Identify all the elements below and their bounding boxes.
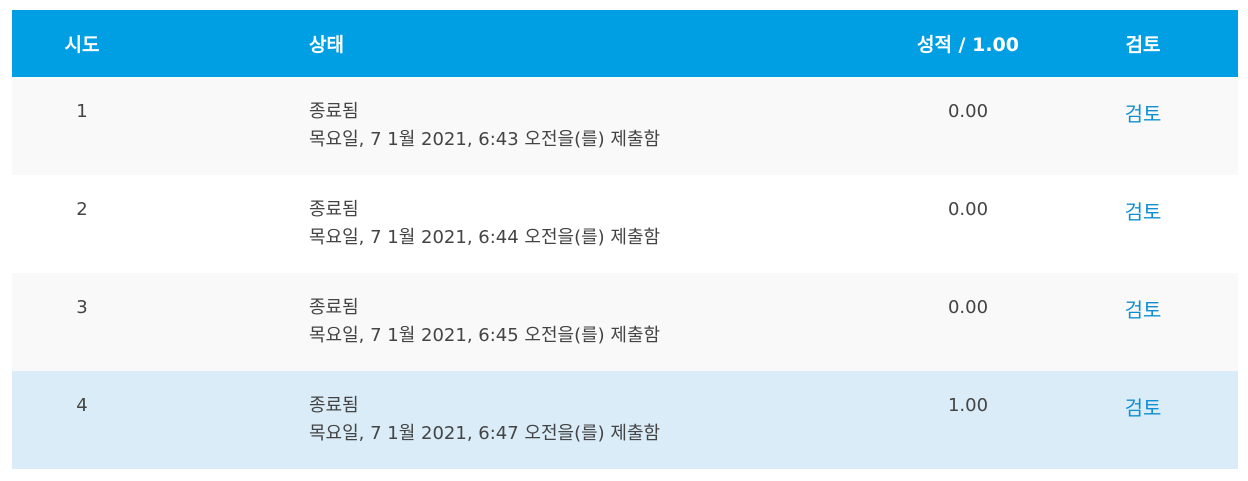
table-row: 3 종료됨 목요일, 7 1월 2021, 6:45 오전을(를) 제출함 0.… [12,273,1238,371]
attempt-submitted-time: 목요일, 7 1월 2021, 6:45 오전을(를) 제출함 [309,325,661,346]
attempt-state: 종료됨 [309,297,359,318]
table-row: 2 종료됨 목요일, 7 1월 2021, 6:44 오전을(를) 제출함 0.… [12,175,1238,273]
review-link[interactable]: 검토 [1125,102,1162,126]
review-cell: 검토 [1048,273,1238,371]
attempt-grade: 1.00 [947,395,989,416]
table-row-best-attempt: 4 종료됨 목요일, 7 1월 2021, 6:47 오전을(를) 제출함 1.… [12,371,1238,469]
attempt-number: 3 [76,297,88,318]
table-header-row: 시도 상태 성적 / 1.00 검토 [12,10,1238,77]
attempts-table: 시도 상태 성적 / 1.00 검토 1 종료됨 목요일, 7 1월 2021,… [12,10,1238,469]
review-link[interactable]: 검토 [1125,200,1162,224]
attempt-submitted-time: 목요일, 7 1월 2021, 6:43 오전을(를) 제출함 [309,129,661,150]
review-cell: 검토 [1048,371,1238,469]
attempt-submitted-time: 목요일, 7 1월 2021, 6:47 오전을(를) 제출함 [309,423,661,444]
attempt-state: 종료됨 [309,101,359,122]
attempt-submitted-time: 목요일, 7 1월 2021, 6:44 오전을(를) 제출함 [309,227,661,248]
review-link[interactable]: 검토 [1125,396,1162,420]
attempt-number: 1 [76,101,88,122]
review-cell: 검토 [1048,77,1238,175]
attempt-state-cell: 종료됨 목요일, 7 1월 2021, 6:47 오전을(를) 제출함 [152,371,888,469]
attempt-state: 종료됨 [309,199,359,220]
attempt-grade: 0.00 [947,101,989,122]
review-cell: 검토 [1048,175,1238,273]
quiz-attempts-summary: 시도 상태 성적 / 1.00 검토 1 종료됨 목요일, 7 1월 2021,… [12,10,1238,469]
header-grade: 성적 / 1.00 [916,34,1019,56]
table-row: 1 종료됨 목요일, 7 1월 2021, 6:43 오전을(를) 제출함 0.… [12,77,1238,175]
attempt-number: 2 [76,199,88,220]
attempt-grade: 0.00 [947,199,989,220]
header-state: 상태 [309,34,344,56]
attempt-state-cell: 종료됨 목요일, 7 1월 2021, 6:44 오전을(를) 제출함 [152,175,888,273]
review-link[interactable]: 검토 [1125,298,1162,322]
attempt-number: 4 [76,395,88,416]
attempt-state: 종료됨 [309,395,359,416]
attempt-state-cell: 종료됨 목요일, 7 1월 2021, 6:45 오전을(를) 제출함 [152,273,888,371]
header-attempt: 시도 [64,34,100,56]
header-review: 검토 [1125,34,1161,56]
attempt-grade: 0.00 [947,297,989,318]
attempt-state-cell: 종료됨 목요일, 7 1월 2021, 6:43 오전을(를) 제출함 [152,77,888,175]
